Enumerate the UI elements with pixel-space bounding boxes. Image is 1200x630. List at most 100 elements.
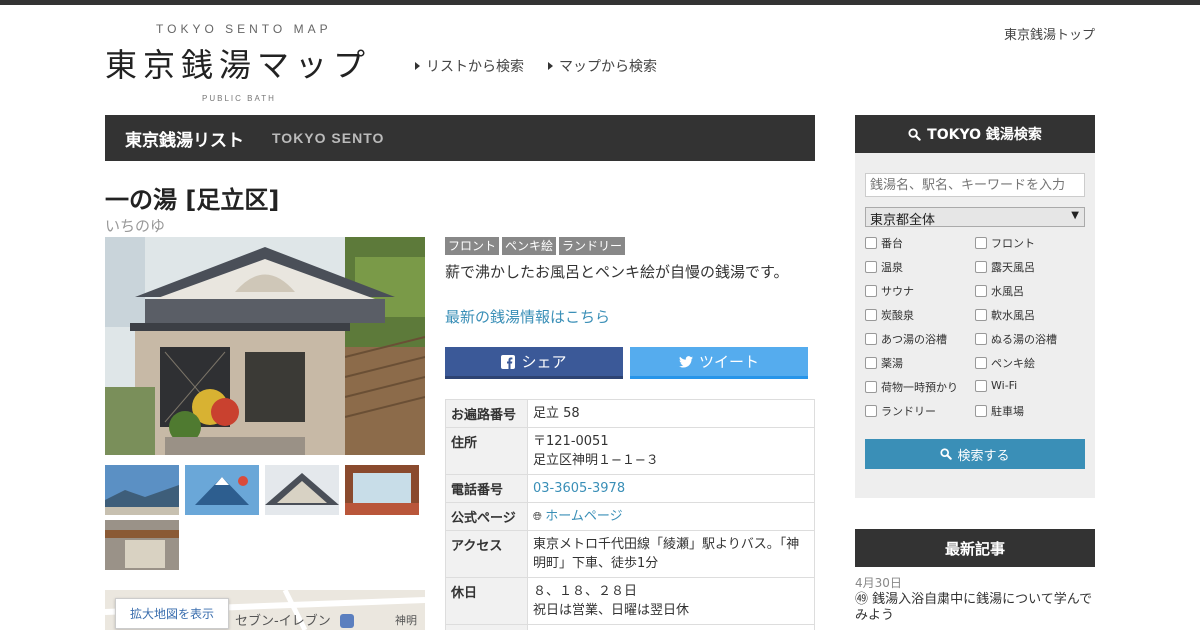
- tweet-label: ツイート: [698, 353, 759, 371]
- map-preview[interactable]: 拡大地図を表示 セブン-イレブン 神明町: [105, 590, 425, 630]
- article-link[interactable]: ㊾ 銭湯入浴自粛中に銭湯について学んでみよう: [855, 592, 1095, 624]
- article-date: 4月30日: [855, 576, 902, 590]
- checkbox-label: あつ湯の浴槽: [881, 333, 947, 346]
- facility-tags: フロント ペンキ絵 ランドリー: [445, 237, 626, 255]
- facility-checkbox[interactable]: 薬湯: [865, 355, 903, 371]
- dropdown-arrow-icon: ▼: [1071, 210, 1079, 221]
- checkbox-box[interactable]: [975, 261, 987, 273]
- thumbnail-4[interactable]: [345, 465, 419, 515]
- tag-mural: ペンキ絵: [502, 237, 557, 255]
- map-label-area: 神明町: [395, 614, 417, 627]
- search-icon: [908, 127, 921, 141]
- top-border: [0, 0, 1200, 5]
- checkbox-box[interactable]: [865, 261, 877, 273]
- checkbox-label: 番台: [881, 237, 903, 250]
- thumbnail-5[interactable]: [105, 520, 179, 570]
- info-text: 東京メトロ千代田線「綾瀬」駅よりバス。「神明町」下車、徒歩1分: [533, 537, 800, 571]
- bath-title: 一の湯 [足立区]: [105, 186, 280, 214]
- facility-checkbox[interactable]: ペンキ絵: [975, 355, 1035, 371]
- checkbox-box[interactable]: [865, 357, 877, 369]
- checkbox-label: 炭酸泉: [881, 309, 914, 322]
- nav-list-search[interactable]: リストから検索: [415, 56, 524, 76]
- search-panel: TOKYO 銭湯検索 東京都全体 ▼ 番台 フロント温泉 露天風呂サウナ 水風呂炭酸泉…: [855, 115, 1095, 498]
- checkbox-box[interactable]: [975, 237, 987, 249]
- nav-map-search[interactable]: マップから検索: [548, 56, 657, 76]
- region-select[interactable]: 東京都全体 ▼: [865, 207, 1085, 228]
- twitter-tweet-button[interactable]: ツイート: [630, 347, 808, 379]
- nav-map-search-label: マップから検索: [559, 59, 657, 75]
- facility-checkbox[interactable]: 露天風呂: [975, 259, 1035, 275]
- thumbnail-image: [345, 465, 419, 515]
- bath-reading: いちのゆ: [105, 217, 166, 235]
- thumbnail-1[interactable]: [105, 465, 179, 515]
- checkbox-label: 軟水風呂: [991, 309, 1035, 322]
- info-label: 営業時間: [445, 624, 528, 630]
- triangle-right-icon: [415, 62, 420, 70]
- checkbox-box[interactable]: [975, 405, 987, 417]
- search-icon: [940, 448, 953, 460]
- checkbox-box[interactable]: [975, 285, 987, 297]
- homepage-link[interactable]: ホームページ: [545, 509, 622, 524]
- facility-checkbox[interactable]: ぬる湯の浴槽: [975, 331, 1057, 347]
- checkbox-box[interactable]: [975, 309, 987, 321]
- info-text: 足立区神明１−１−３: [533, 453, 659, 468]
- checkbox-label: 薬湯: [881, 357, 903, 370]
- info-row: お遍路番号 足立 58: [445, 399, 815, 428]
- info-label: 公式ページ: [445, 502, 528, 531]
- checkbox-label: ペンキ絵: [991, 357, 1035, 370]
- facility-checkbox[interactable]: 軟水風呂: [975, 307, 1035, 323]
- list-title-jp: 東京銭湯リスト: [125, 130, 244, 151]
- checkbox-box[interactable]: [865, 333, 877, 345]
- thumbnail-image: [105, 520, 179, 570]
- latest-articles-header: 最新記事: [855, 529, 1095, 567]
- search-panel-title: TOKYO 銭湯検索: [927, 127, 1042, 143]
- facility-checkbox[interactable]: ランドリー: [865, 403, 936, 419]
- facility-checkbox[interactable]: 駐車場: [975, 403, 1024, 419]
- latest-info-link[interactable]: 最新の銭湯情報はこちら: [445, 306, 610, 327]
- info-row: 公式ページ 🌐︎ ホームページ: [445, 502, 815, 531]
- facility-checkbox[interactable]: 炭酸泉: [865, 307, 914, 323]
- checkbox-box[interactable]: [975, 357, 987, 369]
- facebook-share-button[interactable]: シェア: [445, 347, 623, 379]
- info-text: 〒121-0051: [533, 434, 609, 449]
- checkbox-box[interactable]: [865, 285, 877, 297]
- checkbox-label: Wi-Fi: [991, 379, 1018, 392]
- checkbox-label: フロント: [991, 237, 1035, 250]
- thumbnail-image: [265, 465, 339, 515]
- checkbox-box[interactable]: [865, 405, 877, 417]
- facility-checkbox[interactable]: 荷物一時預かり: [865, 379, 958, 395]
- thumbnail-3[interactable]: [265, 465, 339, 515]
- info-label: お遍路番号: [445, 399, 528, 428]
- site-top-link[interactable]: 東京銭湯トップ: [1004, 24, 1095, 43]
- info-value: １５：００−２２：００: [527, 624, 815, 630]
- main-photo[interactable]: [105, 237, 425, 455]
- checkbox-label: サウナ: [881, 285, 914, 298]
- info-text: ８、１８、２８日: [533, 584, 638, 599]
- checkbox-box[interactable]: [975, 379, 987, 392]
- keyword-search-input[interactable]: [865, 173, 1085, 197]
- facility-checkbox[interactable]: サウナ: [865, 283, 914, 299]
- phone-link[interactable]: 03-3605-3978: [533, 481, 625, 496]
- info-label: アクセス: [445, 530, 528, 578]
- checkbox-box[interactable]: [865, 237, 877, 249]
- enlarge-map-button[interactable]: 拡大地図を表示: [115, 598, 230, 629]
- info-value: ８、１８、２８日 祝日は営業、日曜は翌日休: [527, 577, 815, 625]
- checkbox-box[interactable]: [865, 309, 877, 321]
- facility-checkbox[interactable]: Wi-Fi: [975, 379, 1017, 392]
- facility-checkbox[interactable]: あつ湯の浴槽: [865, 331, 947, 347]
- facility-checkbox[interactable]: フロント: [975, 235, 1035, 251]
- share-label: シェア: [521, 353, 567, 371]
- facility-checkbox[interactable]: 水風呂: [975, 283, 1024, 299]
- facility-checkbox[interactable]: 温泉: [865, 259, 903, 275]
- triangle-right-icon: [548, 62, 553, 70]
- facility-checkbox[interactable]: 番台: [865, 235, 903, 251]
- checkbox-label: 温泉: [881, 261, 903, 274]
- info-row: 住所 〒121-0051 足立区神明１−１−３: [445, 427, 815, 475]
- search-submit-button[interactable]: 検索する: [865, 439, 1085, 469]
- bathhouse-photo-image: [105, 237, 425, 455]
- checkbox-box[interactable]: [865, 381, 877, 393]
- thumbnail-2[interactable]: [185, 465, 259, 515]
- site-logo[interactable]: 東京銭湯マップ: [105, 40, 371, 86]
- checkbox-box[interactable]: [975, 333, 987, 345]
- bath-info-table: お遍路番号 足立 58 住所 〒121-0051 足立区神明１−１−３ 電話番号 03-36…: [445, 399, 815, 630]
